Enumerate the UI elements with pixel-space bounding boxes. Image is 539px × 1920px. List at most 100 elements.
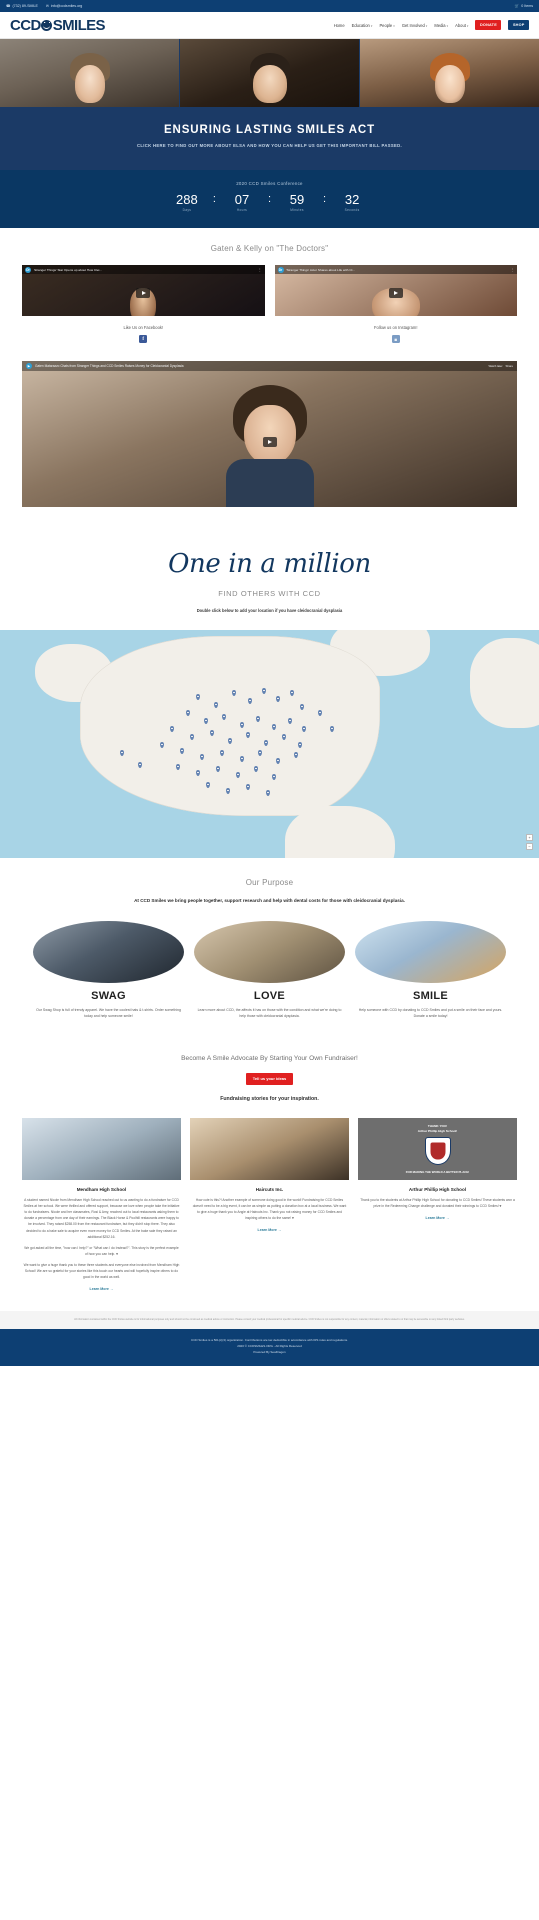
card-image [355, 920, 506, 983]
hero-photo-2 [180, 39, 360, 107]
feature-video-overlay: ▶ Gaten Matarazzo Chats from Stranger Th… [22, 361, 517, 372]
watch-later-button[interactable]: Watch later [488, 364, 502, 368]
video-title: 'Stranger Things' Actor Shares about Lif… [286, 267, 355, 272]
nav-item-get-involved[interactable]: Get Involved▾ [402, 23, 428, 28]
donate-button[interactable]: DONATE [475, 20, 502, 30]
countdown-value: 32 [344, 191, 360, 207]
zoom-in-icon[interactable]: + [526, 834, 533, 842]
story-paragraph: We got asked all the time, "how can I he… [24, 1245, 179, 1256]
story-card-arthur-phillip: THANK YOU! Arthur Phillip High School! F… [358, 1118, 517, 1220]
countdown-caption: Seconds [344, 208, 360, 213]
site-logo[interactable]: CCD SMILES [10, 16, 106, 34]
video-title-overlay: Dr 'Stranger Things' Star Opens up about… [22, 265, 265, 275]
channel-avatar-icon: ▶ [26, 363, 32, 370]
one-in-a-million-section: One in a million FIND OTHERS WITH CCD Do… [0, 523, 539, 619]
instagram-link[interactable]: Follow us on Instagram! ◙ [275, 325, 518, 344]
share-button[interactable]: Share [506, 364, 513, 368]
story-image-caption: FOR MAKING THE WORLD A BETTER PLACE! [405, 1169, 470, 1174]
fundraiser-stories: Mendham High School A student named Nico… [0, 1118, 539, 1291]
feature-video-title: Gaten Matarazzo Chats from Stranger Thin… [35, 364, 184, 369]
purpose-title: Our Purpose [245, 878, 294, 888]
facebook-icon[interactable]: f [139, 335, 148, 344]
fundraiser-heading: Become A Smile Advocate By Starting Your… [181, 1054, 358, 1062]
community-map[interactable]: + − [0, 630, 539, 859]
card-body: Help someone with CCD by donating to CCD… [358, 1007, 503, 1018]
video-thumbnail[interactable]: Dr 'Stranger Things' Star Opens up about… [22, 265, 265, 317]
photo-face-shape [74, 64, 105, 103]
video-thumbnail[interactable]: Dr 'Stranger Things' Actor Shares about … [274, 265, 517, 317]
nav-item-education[interactable]: Education▾ [352, 23, 373, 28]
story-title: Arthur Phillip High School [408, 1187, 467, 1193]
card-body: Learn more about CCD, the affects it has… [197, 1007, 342, 1018]
instagram-label: Follow us on Instagram! [374, 325, 418, 331]
cart-icon: 🛒 [514, 4, 520, 8]
story-paragraph: We want to give a huge thank you to thes… [23, 1262, 180, 1280]
kebab-menu-icon[interactable]: ⋮ [258, 268, 261, 272]
facebook-link[interactable]: Like Us on Facebook! f [22, 325, 265, 344]
countdown-caption: Minutes [290, 208, 304, 213]
hero-banner: ENSURING LASTING SMILES ACT CLICK HERE T… [0, 39, 539, 170]
video-card-1[interactable]: Dr 'Stranger Things' Star Opens up about… [22, 265, 265, 317]
hero-photo-strip [0, 39, 539, 107]
countdown-value: 59 [289, 191, 305, 207]
instagram-icon[interactable]: ◙ [391, 335, 400, 344]
story-image [22, 1118, 181, 1181]
tell-us-your-ideas-button[interactable]: Tell us your ideas [245, 1072, 294, 1085]
purpose-cards: SWAG Our Swag Shop is full of trendy app… [0, 920, 539, 1019]
card-image [194, 920, 345, 983]
countdown-separator: : [267, 192, 272, 205]
chevron-down-icon: ▾ [393, 23, 395, 28]
play-icon[interactable] [136, 288, 151, 299]
hero-photo-3 [360, 39, 539, 107]
hero-title: ENSURING LASTING SMILES ACT [163, 124, 376, 136]
story-body: Thank you to the students at Arthur Phil… [358, 1197, 517, 1209]
play-icon[interactable] [262, 436, 277, 447]
card-image [33, 920, 184, 983]
nav-item-home[interactable]: Home [334, 23, 345, 28]
fundraiser-subheading: Fundraising stories for your inspiration… [220, 1095, 319, 1102]
story-paragraph: How cute is this?! Another example of so… [192, 1198, 347, 1221]
play-icon[interactable] [388, 288, 403, 299]
story-card-haircuts: Haircuts Inc. How cute is this?! Another… [190, 1118, 349, 1232]
countdown-unit-hours: 07 Hours [227, 193, 257, 213]
hero-text-band[interactable]: ENSURING LASTING SMILES ACT CLICK HERE T… [0, 107, 539, 170]
card-title: SWAG [91, 989, 126, 1002]
email-contact[interactable]: ✉ info@ccdsmiles.org [46, 4, 82, 8]
purpose-card-swag[interactable]: SWAG Our Swag Shop is full of trendy app… [33, 920, 184, 1019]
story-image-thankyou-text: THANK YOU! Arthur Phillip High School! [417, 1124, 458, 1134]
hero-photo-1 [0, 39, 180, 107]
story-image: THANK YOU! Arthur Phillip High School! F… [358, 1118, 517, 1181]
feature-video-wrap: ▶ Gaten Matarazzo Chats from Stranger Th… [0, 361, 539, 508]
learn-more-link[interactable]: Learn More → [358, 1216, 517, 1220]
purpose-lead-text: At CCD Smiles we bring people together, … [134, 898, 405, 904]
videos-section: Gaten & Kelly on "The Doctors" Dr 'Stran… [0, 228, 539, 524]
phone-contact[interactable]: ☎ (732) 89-SMILE [6, 4, 38, 8]
photo-face-shape [434, 64, 465, 103]
card-title: LOVE [253, 989, 286, 1002]
learn-more-link[interactable]: Learn More → [22, 1287, 181, 1291]
story-paragraph: Thank you to the students at Arthur Phil… [360, 1198, 515, 1209]
logo-text-left: CCD [10, 16, 41, 34]
nav-item-media[interactable]: Media▾ [434, 23, 448, 28]
countdown-caption: Days [182, 208, 192, 213]
video-card-2[interactable]: Dr 'Stranger Things' Actor Shares about … [274, 265, 517, 317]
countdown-separator: : [212, 192, 216, 205]
kebab-menu-icon[interactable]: ⋮ [511, 268, 514, 272]
logo-text-right: SMILES [52, 16, 106, 34]
one-in-a-million-title: One in a million [168, 549, 371, 580]
cart-link[interactable]: 🛒 0 Items [515, 4, 533, 8]
map-zoom-controls[interactable]: + − [526, 834, 533, 851]
nav-item-people[interactable]: People▾ [379, 23, 394, 28]
shop-button[interactable]: SHOP [508, 20, 529, 30]
footer-credit[interactable]: Powered By SeaDragon [10, 1350, 529, 1356]
map-instruction-note: Double click below to add your location … [196, 608, 343, 614]
purpose-card-love[interactable]: LOVE Learn more about CCD, the affects i… [194, 920, 345, 1019]
learn-more-link[interactable]: Learn More → [190, 1228, 349, 1232]
top-utility-bar: ☎ (732) 89-SMILE ✉ info@ccdsmiles.org 🛒 … [0, 0, 539, 12]
story-image [190, 1118, 349, 1181]
zoom-out-icon[interactable]: − [526, 843, 533, 851]
feature-video-player[interactable]: ▶ Gaten Matarazzo Chats from Stranger Th… [22, 361, 517, 508]
nav-item-about[interactable]: About▾ [455, 23, 468, 28]
map-landmass-europe [470, 638, 539, 729]
purpose-card-smile[interactable]: SMILE Help someone with CCD by donating … [355, 920, 506, 1019]
